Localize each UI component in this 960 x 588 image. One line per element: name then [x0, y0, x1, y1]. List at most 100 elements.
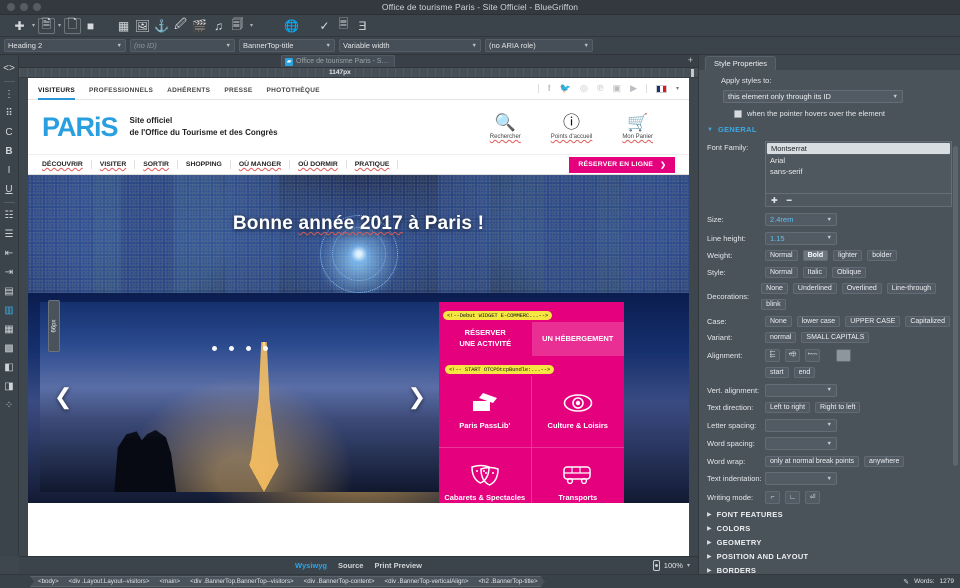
alignment-start-chip[interactable]: start [765, 367, 789, 378]
form-dropdown-caret[interactable]: ▾ [247, 17, 256, 35]
block-format-select[interactable]: Heading 2 ▼ [4, 39, 126, 52]
menu-ou-manger[interactable]: OÙ MANGER [231, 160, 290, 169]
page-properties-button[interactable]: 🗏 [334, 17, 353, 35]
save-button[interactable]: 🗋 [64, 18, 81, 34]
section-position-layout-header[interactable]: ▶ POSITION AND LAYOUT [707, 552, 952, 561]
word-wrap-anywhere-chip[interactable]: anywhere [864, 456, 904, 467]
mode-source[interactable]: Source [333, 559, 368, 572]
mode-print-preview[interactable]: Print Preview [369, 559, 427, 572]
widget-tab-activity[interactable]: RÉSERVER UNE ACTIVITÉ [439, 322, 532, 356]
mode-wysiwyg[interactable]: Wysiwyg [290, 559, 332, 572]
open-dropdown-caret[interactable]: ▾ [55, 17, 64, 35]
word-wrap-normal-chip[interactable]: only at normal break points [765, 456, 859, 467]
writing-mode-vertical-lr-button[interactable]: ⏎ [805, 491, 820, 504]
align-center-icon[interactable]: ▥ [0, 301, 19, 320]
validate-button[interactable]: ✓ [315, 17, 334, 35]
decoration-overlined-chip[interactable]: Overlined [842, 283, 882, 294]
add-font-button[interactable]: ✚ [771, 196, 778, 205]
carousel-dots[interactable] [212, 346, 268, 351]
font-family-item-montserrat[interactable]: Montserrat [766, 142, 951, 155]
carousel-dot[interactable] [212, 346, 217, 351]
section-colors-header[interactable]: ▶ COLORS [707, 524, 952, 533]
insert-audio-button[interactable]: ♫ [209, 17, 228, 35]
instagram-icon[interactable]: ▣ [613, 84, 622, 93]
font-family-item-sans-serif[interactable]: sans-serif [766, 166, 951, 177]
open-document-button[interactable]: 🗎 [38, 18, 55, 34]
stop-button[interactable]: ■ [81, 17, 100, 35]
carousel-dot[interactable] [229, 346, 234, 351]
alignment-end-chip[interactable]: end [794, 367, 816, 378]
float-right-icon[interactable]: ◨ [0, 377, 19, 396]
align-center-button[interactable]: ⬲ [785, 349, 800, 362]
decoration-blink-chip[interactable]: blink [761, 299, 785, 310]
cart-action[interactable]: 🛒 Mon Panier [622, 114, 653, 140]
breadcrumb-item-bannertop-content[interactable]: <div .BannerTop-content> [296, 576, 382, 587]
document-tab[interactable]: ▰ Office de tourisme Paris - S… [281, 55, 395, 67]
width-mode-select[interactable]: Variable width ▼ [339, 39, 481, 52]
font-family-item-arial[interactable]: Arial [766, 155, 951, 166]
element-id-input[interactable]: (no ID) ▼ [130, 39, 235, 52]
widget-tab-accommodation[interactable]: UN HÉBERGEMENT [532, 322, 625, 356]
vert-alignment-select[interactable]: ▼ [765, 384, 837, 397]
new-dropdown-caret[interactable]: ▾ [29, 17, 38, 35]
nav-adherents[interactable]: ADHÉRENTS [167, 87, 210, 100]
paris-passlib-cell[interactable]: Paris PassLib' [439, 376, 532, 448]
section-general-header[interactable]: ▼ GENERAL [707, 125, 952, 134]
letter-spacing-select[interactable]: ▼ [765, 419, 837, 432]
variant-normal-chip[interactable]: normal [765, 332, 796, 343]
source-view-icon[interactable]: <> [0, 59, 19, 78]
text-direction-ltr-chip[interactable]: Left to right [765, 402, 810, 413]
case-upper-chip[interactable]: UPPER CASE [845, 316, 900, 327]
text-direction-rtl-chip[interactable]: Right to left [815, 402, 860, 413]
underline-icon[interactable]: U [0, 180, 19, 199]
transports-cell[interactable]: Transports [532, 448, 625, 503]
outdent-icon[interactable]: ⇤ [0, 244, 19, 263]
menu-pratique[interactable]: PRATIQUE [347, 160, 399, 169]
apply-styles-select[interactable]: this element only through its ID ▼ [723, 90, 903, 103]
size-select[interactable]: 2.4rem ▼ [765, 213, 837, 226]
menu-shopping[interactable]: SHOPPING [178, 160, 231, 169]
decoration-underlined-chip[interactable]: Underlined [793, 283, 837, 294]
align-left-button[interactable]: ⬱ [765, 349, 780, 362]
breadcrumb-item-layout[interactable]: <div .Layout.Layout--visitors> [61, 576, 157, 587]
hover-option-row[interactable]: when the pointer hovers over the element [734, 109, 952, 118]
ruler-resize-handle[interactable] [691, 69, 694, 77]
breadcrumb-item-bannertop[interactable]: <div .BannerTop.BannerTop--visitors> [182, 576, 301, 587]
weight-lighter-chip[interactable]: lighter [833, 250, 862, 261]
tab-style-properties[interactable]: Style Properties [705, 56, 776, 70]
new-tab-button[interactable]: + [688, 55, 693, 65]
section-borders-header[interactable]: ▶ BORDERS [707, 566, 952, 575]
weight-normal-chip[interactable]: Normal [765, 250, 798, 261]
section-font-features-header[interactable]: ▶ FONT FEATURES [707, 510, 952, 519]
breadcrumb-item-bannertop-title[interactable]: <h2 .BannerTop-title> [470, 576, 544, 587]
rendered-page[interactable]: VISITEURS PROFESSIONNELS ADHÉRENTS PRESS… [28, 78, 689, 556]
special-character-icon[interactable]: ⁘ [0, 396, 19, 415]
style-normal-chip[interactable]: Normal [765, 267, 798, 278]
breadcrumb-item-bannertop-verticalalign[interactable]: <div .BannerTop-verticalAlign> [377, 576, 476, 587]
bullet-list-icon[interactable]: ☷ [0, 206, 19, 225]
float-left-icon[interactable]: ◧ [0, 358, 19, 377]
nav-visiteurs[interactable]: VISITEURS [38, 87, 75, 100]
css-class-select[interactable]: BannerTop-title ▼ [239, 39, 335, 52]
phone-icon[interactable] [653, 560, 660, 571]
culture-loisirs-cell[interactable]: Culture & Loisirs [532, 376, 625, 448]
weight-bolder-chip[interactable]: bolder [867, 250, 896, 261]
background-color-icon[interactable]: ⠿ [0, 104, 19, 123]
case-capitalized-chip[interactable]: Capitalized [905, 316, 950, 327]
zoom-dropdown-caret[interactable]: ▾ [687, 562, 690, 569]
align-left-icon[interactable]: ▤ [0, 282, 19, 301]
clear-formatting-icon[interactable]: C [0, 123, 19, 142]
case-lower-chip[interactable]: lower case [797, 316, 840, 327]
style-italic-chip[interactable]: Italic [803, 267, 827, 278]
facebook-icon[interactable]: 𝐟 [548, 84, 551, 93]
nav-phototheque[interactable]: PHOTOTHÈQUE [267, 87, 320, 100]
cabarets-spectacles-cell[interactable]: Cabarets & Spectacles [439, 448, 532, 503]
welcome-points-action[interactable]: ⓘ Points d'accueil [551, 114, 593, 140]
insert-table-button[interactable]: ▦ [114, 17, 133, 35]
hover-checkbox[interactable] [734, 110, 742, 118]
bold-icon[interactable]: B [0, 142, 19, 161]
align-right-icon[interactable]: ▦ [0, 320, 19, 339]
word-spacing-select[interactable]: ▼ [765, 437, 837, 450]
css-editor-button[interactable]: Ǝ [353, 17, 372, 35]
text-color-icon[interactable]: ⋮ [0, 85, 19, 104]
